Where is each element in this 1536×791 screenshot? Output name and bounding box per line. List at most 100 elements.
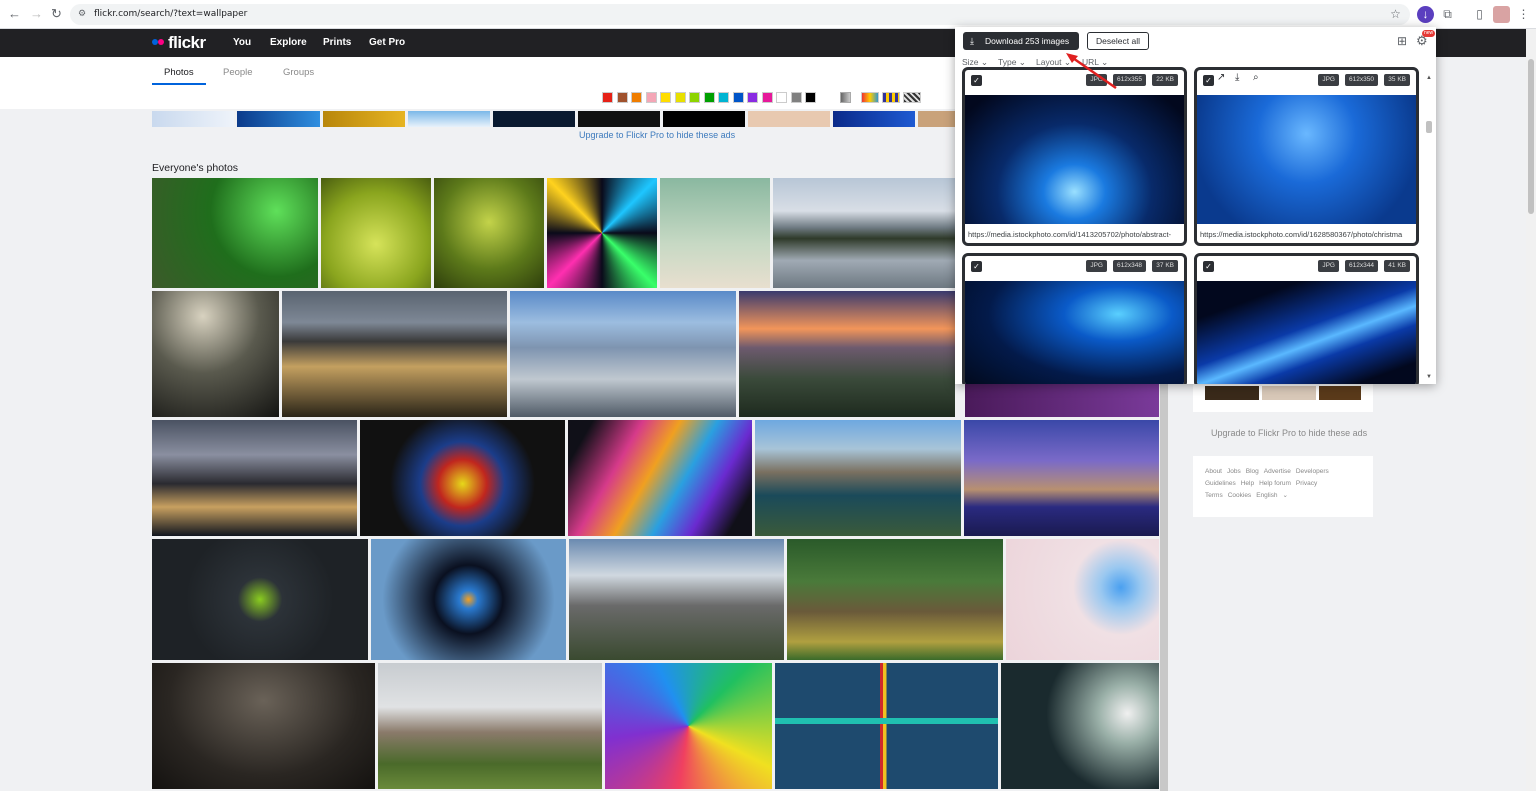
photo-dark-wood[interactable]: [152, 663, 375, 789]
tab-photos[interactable]: Photos: [164, 67, 194, 78]
image-card[interactable]: ✓ JPG 612x355 22 KB https://media.istock…: [962, 67, 1187, 246]
photo-light-burst[interactable]: [547, 178, 657, 288]
download-all-button[interactable]: ⤓ Download 253 images: [963, 32, 1079, 50]
sidebar-upgrade-link[interactable]: Upgrade to Flickr Pro to hide these ads: [1211, 428, 1367, 438]
photo-gecko[interactable]: [1006, 539, 1159, 660]
image-card[interactable]: ✓ JPG 612x344 41 KB: [1194, 253, 1419, 384]
photo-mountain-lake[interactable]: [773, 178, 955, 288]
footer-language[interactable]: English: [1256, 492, 1277, 499]
color-swatch[interactable]: [645, 92, 657, 103]
download-icon[interactable]: ⤓: [1235, 72, 1239, 83]
photo-spider[interactable]: [434, 178, 544, 288]
color-swatch[interactable]: [631, 92, 642, 103]
ad-image[interactable]: [748, 111, 830, 127]
vibrant-filter-icon[interactable]: [861, 92, 879, 103]
ad-image[interactable]: [408, 111, 490, 127]
photo-sunset-hills[interactable]: [739, 291, 955, 417]
color-swatch[interactable]: [761, 92, 773, 103]
color-swatch[interactable]: [602, 92, 613, 103]
open-external-icon[interactable]: ↗: [1217, 72, 1225, 83]
bw-filter-icon[interactable]: [840, 92, 851, 103]
downloader-extension-icon[interactable]: ↓: [1417, 6, 1434, 23]
photo-night-tree[interactable]: [1001, 663, 1159, 789]
reload-icon[interactable]: ↻: [51, 6, 62, 22]
nav-explore[interactable]: Explore: [270, 37, 307, 48]
photo-hexagons[interactable]: [152, 539, 368, 660]
ad-image[interactable]: [152, 111, 234, 127]
footer-developers[interactable]: Developers: [1296, 468, 1329, 475]
grid-view-icon[interactable]: ⊞: [1397, 34, 1407, 48]
footer-guidelines[interactable]: Guidelines: [1205, 480, 1236, 487]
extensions-icon[interactable]: ⧉: [1439, 6, 1456, 23]
color-swatch[interactable]: [689, 92, 700, 103]
menu-icon[interactable]: ⋮: [1515, 6, 1532, 23]
nav-prints[interactable]: Prints: [323, 37, 351, 48]
profile-avatar[interactable]: [1493, 6, 1510, 23]
footer-blog[interactable]: Blog: [1246, 468, 1259, 475]
color-swatch[interactable]: [703, 92, 715, 103]
photo-leaf-drop[interactable]: [321, 178, 431, 288]
photo-hongkong-night[interactable]: [282, 291, 507, 417]
footer-advertise[interactable]: Advertise: [1264, 468, 1291, 475]
nav-get-pro[interactable]: Get Pro: [369, 37, 405, 48]
image-card[interactable]: ✓ JPG 612x348 37 KB: [962, 253, 1187, 384]
texture-filter-icon[interactable]: [903, 92, 921, 103]
photo-color-smoke[interactable]: [568, 420, 752, 536]
photo-water-drops[interactable]: [152, 291, 279, 417]
card-checkbox[interactable]: ✓: [971, 75, 982, 86]
footer-terms[interactable]: Terms: [1205, 492, 1223, 499]
color-swatch[interactable]: [674, 92, 686, 103]
footer-about[interactable]: About: [1205, 468, 1222, 475]
zoom-icon[interactable]: ⌕: [1253, 72, 1259, 83]
forward-icon[interactable]: →: [30, 6, 43, 21]
nav-you[interactable]: You: [233, 37, 251, 48]
bookmark-star-icon[interactable]: ☆: [1387, 6, 1404, 23]
photo-snowy-peak[interactable]: [569, 539, 784, 660]
card-checkbox[interactable]: ✓: [1203, 75, 1214, 86]
tab-people[interactable]: People: [223, 67, 253, 78]
photo-chateau[interactable]: [378, 663, 602, 789]
photo-skyscrapers[interactable]: [964, 420, 1159, 536]
ad-image[interactable]: [663, 111, 745, 127]
site-info-icon[interactable]: ⚙: [78, 4, 86, 25]
photo-purple-abstract[interactable]: [965, 384, 1159, 417]
card-checkbox[interactable]: ✓: [971, 261, 982, 272]
color-swatch[interactable]: [732, 92, 744, 103]
sidepanel-icon[interactable]: ▯: [1471, 6, 1488, 23]
color-swatch[interactable]: [805, 92, 816, 103]
address-bar[interactable]: ⚙ flickr.com/search/?text=wallpaper: [70, 4, 1410, 25]
ad-image[interactable]: [918, 111, 955, 127]
photo-mountain-pond[interactable]: [755, 420, 961, 536]
footer-jobs[interactable]: Jobs: [1227, 468, 1241, 475]
photo-windows-logo[interactable]: [371, 539, 566, 660]
color-swatch[interactable]: [776, 92, 787, 103]
color-swatch[interactable]: [718, 92, 729, 103]
ad-image[interactable]: [237, 111, 320, 127]
photo-paint-splash[interactable]: [360, 420, 565, 536]
color-swatch[interactable]: [790, 92, 802, 103]
ad-image[interactable]: [493, 111, 575, 127]
photo-windows8-cross[interactable]: [775, 663, 998, 789]
footer-help-forum[interactable]: Help forum: [1259, 480, 1291, 487]
panel-scrollbar[interactable]: ▲ ▼: [1425, 75, 1433, 380]
ad-image[interactable]: [323, 111, 405, 127]
photo-city-harbor[interactable]: [152, 420, 357, 536]
color-swatch[interactable]: [747, 92, 758, 103]
page-scrollbar[interactable]: [1526, 29, 1536, 791]
photo-bug[interactable]: [660, 178, 770, 288]
photo-grass-bokeh[interactable]: [152, 178, 318, 288]
ad-image[interactable]: [578, 111, 660, 127]
flickr-logo[interactable]: flickr: [152, 33, 206, 53]
photo-hongkong-day[interactable]: [510, 291, 736, 417]
pattern-filter-icon[interactable]: [882, 92, 900, 103]
footer-cookies[interactable]: Cookies: [1228, 492, 1251, 499]
card-checkbox[interactable]: ✓: [1203, 261, 1214, 272]
back-icon[interactable]: ←: [8, 6, 21, 21]
tab-groups[interactable]: Groups: [283, 67, 314, 78]
photo-color-blur[interactable]: [605, 663, 772, 789]
ad-image[interactable]: [833, 111, 915, 127]
image-card[interactable]: ✓ ↗ ⤓ ⌕ JPG 612x350 35 KB https://media.…: [1194, 67, 1419, 246]
upgrade-link[interactable]: Upgrade to Flickr Pro to hide these ads: [579, 130, 735, 140]
color-swatch[interactable]: [660, 92, 671, 103]
photo-thatched-hut[interactable]: [787, 539, 1003, 660]
